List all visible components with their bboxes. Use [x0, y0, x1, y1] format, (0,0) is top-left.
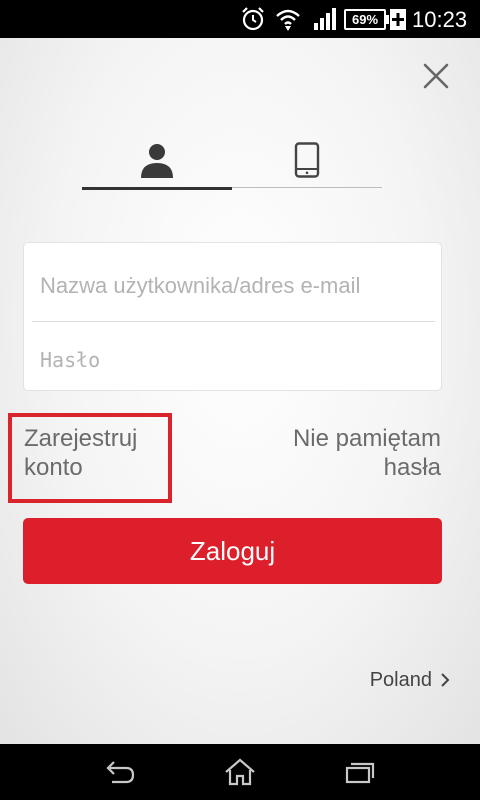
form-divider: [32, 321, 435, 322]
highlight-box: [8, 413, 172, 503]
login-screen: Zarejestruj konto Nie pamiętam hasła Zal…: [0, 38, 480, 744]
charging-icon: [390, 9, 406, 30]
tab-account-login[interactable]: [82, 138, 232, 190]
region-selector[interactable]: Poland: [370, 666, 450, 694]
password-field[interactable]: [32, 325, 435, 395]
forgot-password-link[interactable]: Nie pamiętam hasła: [241, 424, 441, 482]
back-icon: [106, 761, 135, 784]
tab-phone-login[interactable]: [232, 138, 382, 188]
chevron-right-icon: [441, 673, 450, 687]
person-icon: [141, 144, 173, 178]
phone-icon: [294, 142, 320, 178]
navigation-bar: [0, 744, 480, 800]
wifi-icon: [276, 9, 300, 31]
login-form: [23, 242, 442, 395]
forgot-link-line1: Nie pamiętam: [292, 425, 441, 452]
home-icon: [225, 758, 255, 786]
status-time: 10:23: [412, 7, 468, 32]
forgot-link-line2: hasła: [383, 454, 441, 481]
recent-apps-icon: [345, 762, 375, 784]
login-method-tabs: [82, 138, 382, 190]
home-button[interactable]: [220, 756, 260, 788]
back-button[interactable]: [100, 756, 140, 788]
alarm-icon: [242, 7, 264, 31]
recent-apps-button[interactable]: [340, 756, 380, 788]
username-field[interactable]: [32, 251, 435, 321]
status-bar: 69% 10:23: [0, 0, 480, 38]
close-icon: [423, 63, 449, 89]
signal-icon: [314, 8, 336, 30]
battery-tip: [386, 15, 389, 24]
region-label: Poland: [369, 668, 432, 691]
login-button[interactable]: Zaloguj: [23, 518, 442, 584]
close-button[interactable]: [420, 60, 452, 92]
battery-indicator: 69%: [344, 9, 386, 30]
